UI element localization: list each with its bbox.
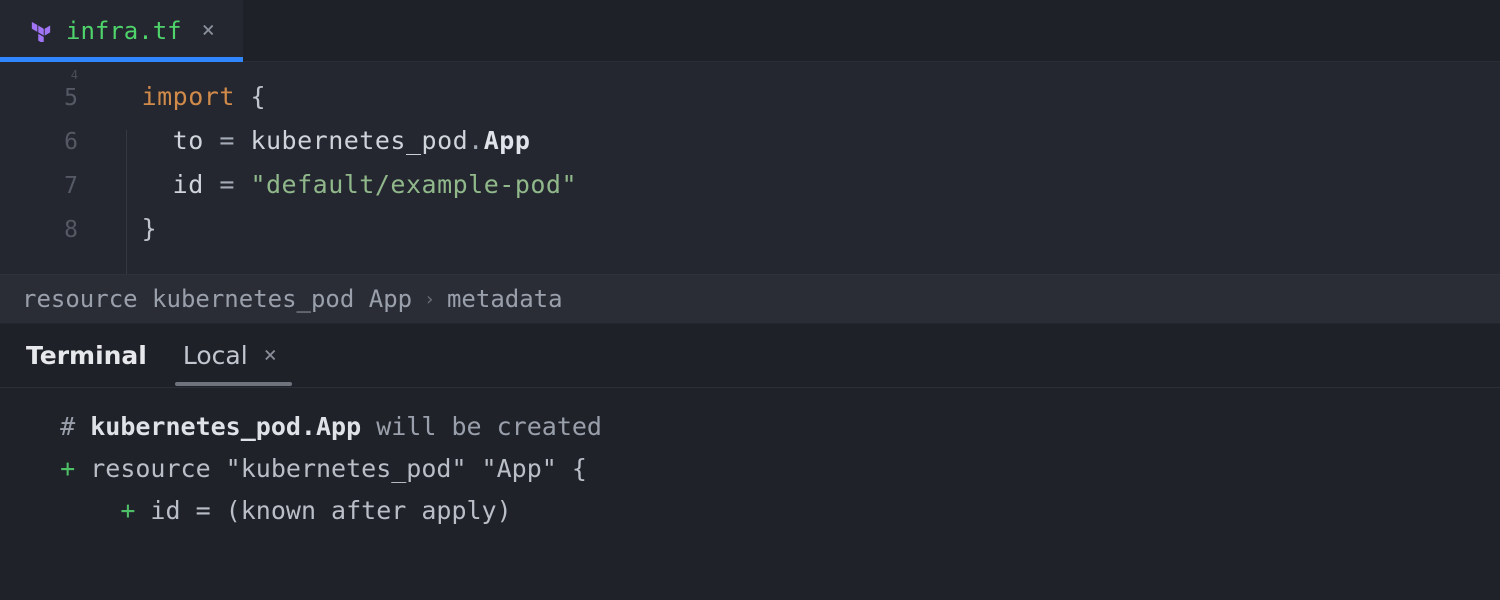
editor-tab-bar: infra.tf × <box>0 0 1500 62</box>
line-number: 4 <box>0 68 126 82</box>
terminal-text: # <box>30 412 90 441</box>
code-line: to = kubernetes_pod.App <box>126 126 530 155</box>
line-number: 7 <box>0 173 126 199</box>
line-number: 8 <box>0 217 126 243</box>
plus-icon: + <box>120 496 135 525</box>
close-icon[interactable]: × <box>260 343 277 368</box>
breadcrumb-segment[interactable]: resource kubernetes_pod App <box>22 285 412 313</box>
terminal-text: kubernetes_pod.App <box>90 412 361 441</box>
breadcrumb-segment[interactable]: metadata <box>447 285 563 313</box>
breadcrumb[interactable]: resource kubernetes_pod App › metadata <box>0 274 1500 324</box>
terminal-text: id = (known after apply) <box>135 496 511 525</box>
close-icon[interactable]: × <box>196 20 221 42</box>
code-line: import { <box>126 82 266 111</box>
terminal-text <box>30 496 120 525</box>
code-line: id = "default/example-pod" <box>126 170 577 199</box>
terraform-icon <box>30 20 52 42</box>
code-line: } <box>126 214 157 243</box>
panel-tab-local[interactable]: Local <box>183 327 248 384</box>
chevron-right-icon: › <box>424 289 435 310</box>
line-number: 5 <box>0 85 126 111</box>
panel-tab-bar: Terminal Local × <box>0 324 1500 388</box>
terminal-text <box>30 454 60 483</box>
panel-tab-terminal[interactable]: Terminal <box>26 327 147 384</box>
terminal-text: resource "kubernetes_pod" "App" { <box>75 454 587 483</box>
terminal-output[interactable]: # kubernetes_pod.App will be created + r… <box>0 388 1500 600</box>
plus-icon: + <box>60 454 75 483</box>
line-number: 6 <box>0 129 126 155</box>
file-tab-infra[interactable]: infra.tf × <box>0 0 243 61</box>
code-editor[interactable]: 4 5 import { 6 to = kubernetes_pod.App 7… <box>0 62 1500 274</box>
file-tab-label: infra.tf <box>66 17 182 45</box>
terminal-text: will be created <box>361 412 602 441</box>
